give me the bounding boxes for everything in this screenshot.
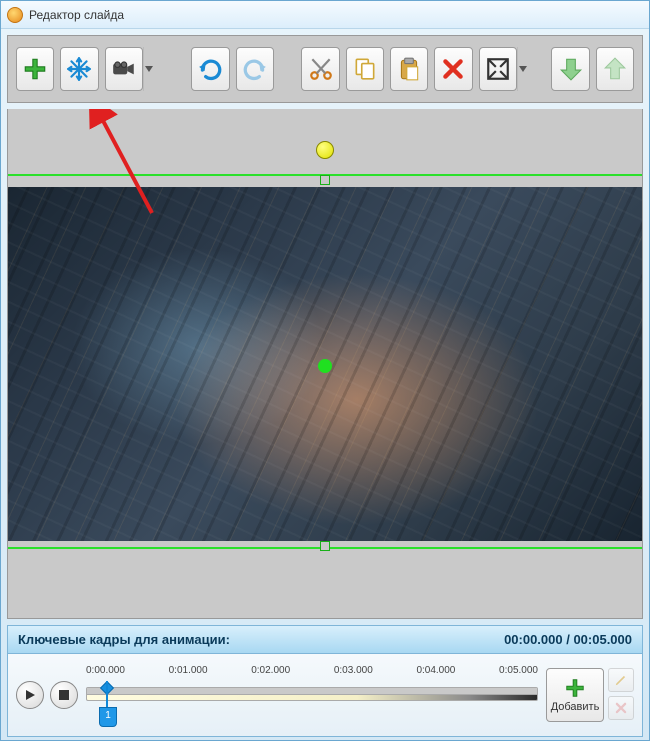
time-ruler: 0:00.000 0:01.000 0:02.000 0:03.000 0:04… xyxy=(86,665,538,676)
add-layer-button[interactable] xyxy=(16,47,54,91)
edit-keyframe-button[interactable] xyxy=(608,668,634,692)
arrow-down-icon xyxy=(558,56,584,82)
delete-keyframe-button[interactable] xyxy=(608,696,634,720)
timeline-header: Ключевые кадры для анимации: 00:00.000 /… xyxy=(8,626,642,654)
timeline-track[interactable]: 0:00.000 0:01.000 0:02.000 0:03.000 0:04… xyxy=(86,665,538,725)
delete-button[interactable] xyxy=(434,47,472,91)
timeline-time-display: 00:00.000 / 00:05.000 xyxy=(504,632,632,647)
playback-controls xyxy=(16,681,78,709)
time-tick: 0:02.000 xyxy=(251,665,290,676)
time-tick: 0:01.000 xyxy=(169,665,208,676)
copy-icon xyxy=(352,56,378,82)
undo-icon xyxy=(197,56,223,82)
timeline-title: Ключевые кадры для анимации: xyxy=(18,632,230,647)
undo-button[interactable] xyxy=(191,47,229,91)
camera-dropdown[interactable] xyxy=(143,47,155,91)
redo-icon xyxy=(242,56,268,82)
scissors-icon xyxy=(308,56,334,82)
app-icon xyxy=(7,7,23,23)
add-keyframe-button[interactable]: Добавить xyxy=(546,668,604,722)
camera-button[interactable] xyxy=(105,47,143,91)
time-tick: 0:00.000 xyxy=(86,665,125,676)
time-tick: 0:04.000 xyxy=(416,665,455,676)
delete-icon xyxy=(614,701,628,715)
paste-icon xyxy=(396,56,422,82)
effects-button[interactable] xyxy=(60,47,98,91)
fullscreen-icon xyxy=(485,56,511,82)
paste-button[interactable] xyxy=(390,47,428,91)
snowflake-icon xyxy=(66,56,92,82)
play-button[interactable] xyxy=(16,681,44,709)
slide-editor-window: Редактор слайда xyxy=(0,0,650,741)
redo-button[interactable] xyxy=(236,47,274,91)
window-title: Редактор слайда xyxy=(29,8,124,22)
track-bar[interactable] xyxy=(86,687,538,701)
playhead[interactable] xyxy=(106,681,108,707)
delete-icon xyxy=(440,56,466,82)
plus-icon xyxy=(22,56,48,82)
toolbar xyxy=(7,35,643,103)
titlebar: Редактор слайда xyxy=(1,1,649,29)
copy-button[interactable] xyxy=(346,47,384,91)
pencil-icon xyxy=(614,673,628,687)
add-keyframe-label: Добавить xyxy=(551,701,600,713)
chevron-down-icon xyxy=(519,66,527,72)
stop-icon xyxy=(59,690,69,700)
time-tick: 0:03.000 xyxy=(334,665,373,676)
center-anchor[interactable] xyxy=(318,359,332,373)
time-tick: 0:05.000 xyxy=(499,665,538,676)
rotation-handle[interactable] xyxy=(316,141,334,159)
layer-down-button[interactable] xyxy=(551,47,589,91)
chevron-down-icon xyxy=(145,66,153,72)
resize-handle-top[interactable] xyxy=(320,175,330,185)
resize-handle-bottom[interactable] xyxy=(320,541,330,551)
fullscreen-dropdown[interactable] xyxy=(517,47,529,91)
layer-up-button[interactable] xyxy=(596,47,634,91)
play-icon xyxy=(24,689,36,701)
timeline-panel: Ключевые кадры для анимации: 00:00.000 /… xyxy=(7,625,643,737)
timeline-body: 0:00.000 0:01.000 0:02.000 0:03.000 0:04… xyxy=(8,654,642,736)
slide-canvas[interactable] xyxy=(7,109,643,619)
plus-icon xyxy=(564,677,586,699)
arrow-up-icon xyxy=(602,56,628,82)
stop-button[interactable] xyxy=(50,681,78,709)
fullscreen-button[interactable] xyxy=(479,47,517,91)
camera-icon xyxy=(111,56,137,82)
cut-button[interactable] xyxy=(301,47,339,91)
